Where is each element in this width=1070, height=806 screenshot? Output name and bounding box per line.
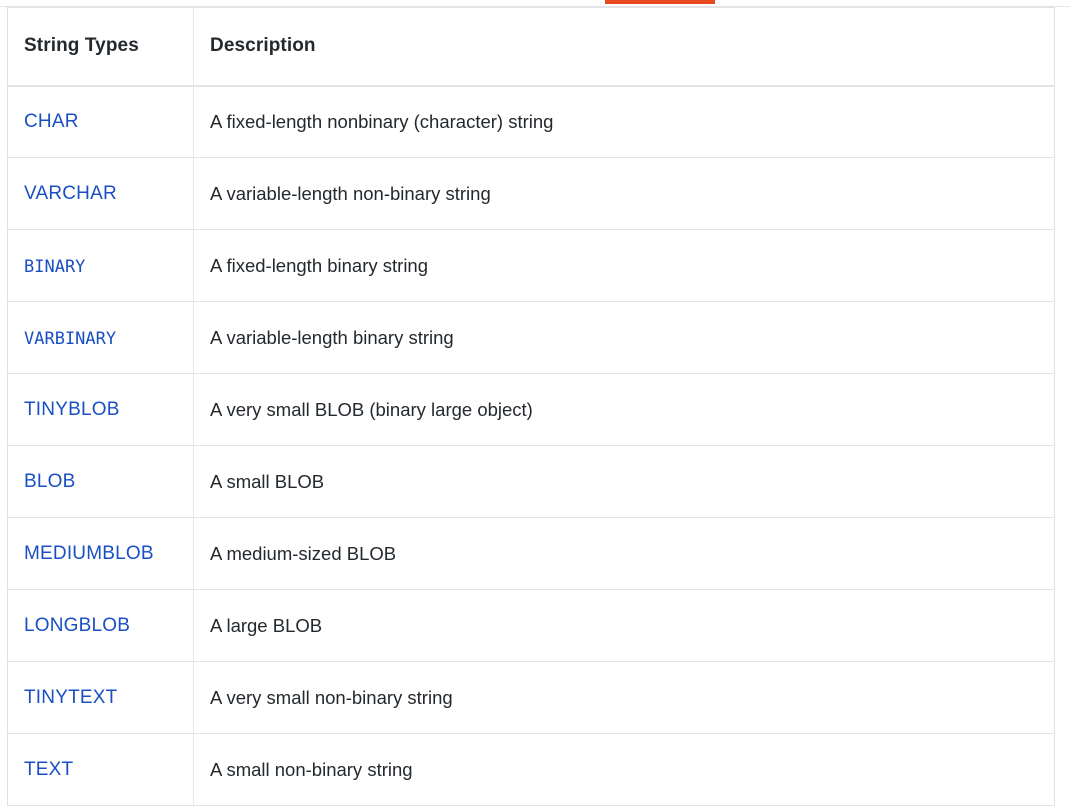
string-types-table: String Types Description CHAR A fixed-len… xyxy=(7,7,1055,806)
cell-string-type: TINYTEXT xyxy=(7,661,194,734)
string-type-link[interactable]: VARBINARY xyxy=(24,329,116,349)
table-row: LONGBLOB A large BLOB xyxy=(7,589,1055,662)
table-row: CHAR A fixed-length nonbinary (character)… xyxy=(7,85,1055,158)
string-type-link[interactable]: TINYTEXT xyxy=(24,687,117,708)
column-header-description: Description xyxy=(193,7,1055,87)
string-type-link[interactable]: MEDIUMBLOB xyxy=(24,543,154,564)
cell-description: A large BLOB xyxy=(193,589,1055,662)
description-text: A variable-length binary string xyxy=(210,326,454,348)
cell-string-type: TINYBLOB xyxy=(7,373,194,446)
description-text: A very small BLOB (binary large object) xyxy=(210,398,533,420)
table-row: TEXT A small non-binary string xyxy=(7,733,1055,806)
string-type-link[interactable]: TEXT xyxy=(24,759,73,780)
description-text: A very small non-binary string xyxy=(210,686,453,708)
cell-description: A very small non-binary string xyxy=(193,661,1055,734)
cell-description: A fixed-length binary string xyxy=(193,229,1055,302)
table-header-row: String Types Description xyxy=(7,7,1055,87)
string-type-link[interactable]: TINYBLOB xyxy=(24,399,120,420)
cell-description: A small BLOB xyxy=(193,445,1055,518)
tab-strip xyxy=(0,0,1070,7)
cell-string-type: BLOB xyxy=(7,445,194,518)
cell-string-type: TEXT xyxy=(7,733,194,806)
string-type-link[interactable]: BLOB xyxy=(24,471,76,492)
cell-string-type: MEDIUMBLOB xyxy=(7,517,194,590)
table-row: TINYTEXT A very small non-binary string xyxy=(7,661,1055,734)
description-text: A fixed-length binary string xyxy=(210,254,429,276)
table-row: BLOB A small BLOB xyxy=(7,445,1055,518)
table-row: TINYBLOB A very small BLOB (binary large … xyxy=(7,373,1055,446)
cell-string-type: CHAR xyxy=(7,85,194,158)
table-header: String Types Description xyxy=(7,7,1055,87)
table-row: VARCHAR A variable-length non-binary stri… xyxy=(7,157,1055,230)
string-type-link[interactable]: CHAR xyxy=(24,111,79,132)
cell-description: A variable-length binary string xyxy=(193,301,1055,374)
table-body: CHAR A fixed-length nonbinary (character)… xyxy=(7,85,1055,806)
table-row: VARBINARY A variable-length binary string xyxy=(7,301,1055,374)
description-text: A small BLOB xyxy=(210,470,325,492)
cell-description: A medium-sized BLOB xyxy=(193,517,1055,590)
table-row: MEDIUMBLOB A medium-sized BLOB xyxy=(7,517,1055,590)
description-text: A variable-length non-binary string xyxy=(210,182,491,204)
string-type-link[interactable]: VARCHAR xyxy=(24,183,117,204)
string-types-table-container: String Types Description CHAR A fixed-len… xyxy=(7,7,1055,806)
description-text: A fixed-length nonbinary (character) str… xyxy=(210,110,554,132)
description-text: A small non-binary string xyxy=(210,758,413,780)
table-row: BINARY A fixed-length binary string xyxy=(7,229,1055,302)
cell-description: A very small BLOB (binary large object) xyxy=(193,373,1055,446)
column-header-string-types: String Types xyxy=(7,7,194,87)
cell-string-type: BINARY xyxy=(7,229,194,302)
active-tab-indicator xyxy=(605,0,715,4)
description-text: A medium-sized BLOB xyxy=(210,542,397,564)
cell-description: A variable-length non-binary string xyxy=(193,157,1055,230)
string-type-link[interactable]: BINARY xyxy=(24,257,85,277)
description-text: A large BLOB xyxy=(210,614,323,636)
string-type-link[interactable]: LONGBLOB xyxy=(24,615,130,636)
cell-string-type: VARBINARY xyxy=(7,301,194,374)
cell-description: A fixed-length nonbinary (character) str… xyxy=(193,85,1055,158)
cell-string-type: VARCHAR xyxy=(7,157,194,230)
cell-description: A small non-binary string xyxy=(193,733,1055,806)
cell-string-type: LONGBLOB xyxy=(7,589,194,662)
